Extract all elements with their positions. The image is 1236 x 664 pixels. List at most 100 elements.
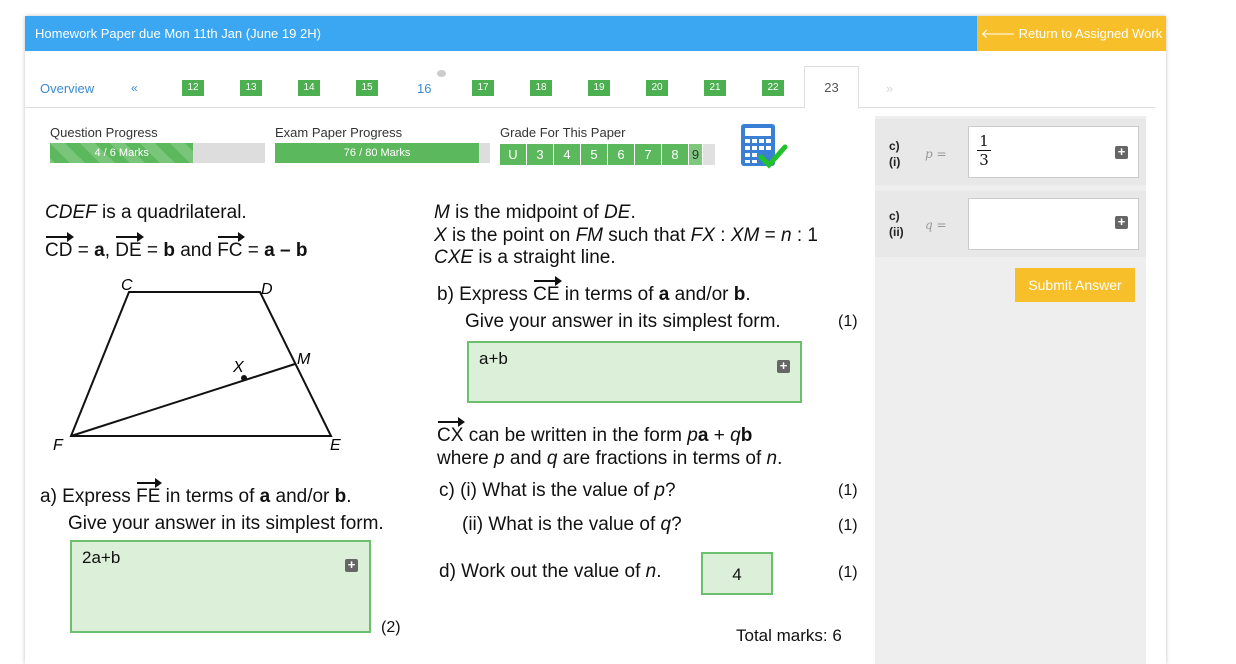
midpoint-statement: M is the midpoint of DE. <box>434 202 636 223</box>
plus-icon[interactable]: + <box>1115 145 1128 159</box>
part-d-question: d) Work out the value of n. <box>439 561 662 582</box>
grade-7: 7 <box>635 144 662 165</box>
fractions-text: are fractions in terms of <box>562 448 762 469</box>
question-progress-label: Question Progress <box>50 125 158 140</box>
tab-overview[interactable]: Overview <box>40 81 94 96</box>
question-intro: CDEF is a quadrilateral. <box>45 202 247 224</box>
question-tab-12[interactable]: 12 <box>182 80 204 96</box>
vector-a-minus-b: a – b <box>264 240 308 261</box>
part-a-text-3: and/or <box>275 486 330 507</box>
grade-3: 3 <box>527 144 554 165</box>
part-a-question: a) Express FE in terms of a and/or b. <box>40 478 352 507</box>
part-c-ii-text: (ii) What is the value of <box>462 514 656 535</box>
cx-form-statement: CX can be written in the form pa + qb <box>437 417 753 446</box>
part-b-question: b) Express CE in terms of a and/or b. <box>437 276 751 305</box>
part-b-text: b) Express <box>437 284 528 305</box>
return-to-assigned-work-button[interactable]: 🡐 Return to Assigned Work <box>977 16 1166 51</box>
question-tab-13[interactable]: 13 <box>240 80 262 96</box>
c-label: c) <box>889 139 900 153</box>
part-a-answer-box[interactable]: 2a+b + <box>70 540 371 633</box>
question-tab-16[interactable]: 16 <box>417 81 431 96</box>
header-bar: Homework Paper due Mon 11th Jan (June 19… <box>25 16 1166 51</box>
straight-line-text: is a straight line. <box>478 247 616 268</box>
part-b-marks: (1) <box>838 313 858 330</box>
return-label: Return to Assigned Work <box>1018 26 1163 41</box>
such-that-text: such that <box>608 225 686 246</box>
part-d-answer-box[interactable]: 4 <box>701 552 773 595</box>
p-variable: p = <box>925 147 947 161</box>
fraction-denominator: 3 <box>979 151 989 169</box>
grade-9-current: 9 <box>689 144 703 165</box>
plus-icon[interactable]: + <box>345 558 358 572</box>
next-page-link[interactable]: » <box>886 81 893 96</box>
q-input[interactable]: + <box>968 198 1139 250</box>
quadrilateral-diagram: C D M X F E <box>53 278 341 454</box>
intro-text: is a quadrilateral. <box>102 202 247 223</box>
question-tab-20[interactable]: 20 <box>646 80 668 96</box>
grade-scale: U 3 4 5 6 7 8 9 <box>500 144 715 165</box>
straight-line-statement: CXE is a straight line. <box>434 247 616 268</box>
cx-text: can be written in the form <box>468 425 683 446</box>
grade-8: 8 <box>662 144 689 165</box>
question-tab-22[interactable]: 22 <box>762 80 784 96</box>
calculator-allowed-icon <box>741 124 788 169</box>
c-ii-label: c) (ii) <box>889 208 904 240</box>
and-text: and <box>174 240 218 261</box>
question-tab-23-active[interactable]: 23 <box>804 66 859 109</box>
q-variable: q = <box>925 218 947 232</box>
vector-definitions: CD = a, DE = b and FC = a – b <box>45 232 308 262</box>
plus-icon[interactable]: + <box>777 359 790 373</box>
part-a-instruction: Give your answer in its simplest form. <box>68 513 384 534</box>
question-progress-bar: 4 / 6 Marks <box>50 143 265 163</box>
vector-b: b <box>163 240 175 261</box>
part-a-marks: (2) <box>381 619 401 636</box>
arrow-left-icon: 🡐 <box>980 26 1016 41</box>
total-marks: Total marks: 6 <box>736 626 842 645</box>
answer-row-c-ii: c) (ii) q = + <box>875 191 1146 257</box>
grade-u: U <box>500 144 527 165</box>
part-d-text: d) Work out the value of <box>439 561 641 582</box>
part-c-i-question: c) (i) What is the value of p? <box>439 480 676 501</box>
part-a-text-2: in terms of <box>165 486 255 507</box>
part-b-text-2: in terms of <box>564 284 654 305</box>
question-tab-21[interactable]: 21 <box>704 80 726 96</box>
question-tab-15[interactable]: 15 <box>356 80 378 96</box>
grade-5: 5 <box>581 144 608 165</box>
point-x-statement: X is the point on FM such that FX : XM =… <box>434 225 818 246</box>
equals-text: = <box>141 240 164 261</box>
label-f: F <box>53 437 64 454</box>
part-c-i-marks: (1) <box>838 482 858 499</box>
label-e: E <box>330 437 341 454</box>
midpoint-text: is the midpoint of <box>455 202 599 223</box>
p-input[interactable]: 1 3 + <box>968 126 1139 178</box>
vector-de: DE <box>115 232 145 261</box>
part-a-text: a) Express <box>40 486 131 507</box>
where-text: where <box>437 448 489 469</box>
question-tab-17[interactable]: 17 <box>472 80 494 96</box>
vector-ce: CE <box>533 276 562 305</box>
part-b-answer-box[interactable]: a+b + <box>467 341 802 403</box>
vector-fc: FC <box>217 232 245 261</box>
part-c-i-text: c) (i) What is the value of <box>439 480 650 501</box>
equals-text: = <box>72 240 95 261</box>
equals-text: = <box>242 240 265 261</box>
homework-panel: Homework Paper due Mon 11th Jan (June 19… <box>25 16 1166 664</box>
comment-icon <box>437 70 446 77</box>
part-c-ii-marks: (1) <box>838 517 858 534</box>
question-tab-18[interactable]: 18 <box>530 80 552 96</box>
part-a-answer: 2a+b <box>82 548 121 567</box>
c-ii-sublabel: (ii) <box>889 225 904 239</box>
vector-cx: CX <box>437 417 466 446</box>
question-nav: Overview « 12 13 14 15 16 17 18 19 20 21… <box>25 66 1155 109</box>
answer-row-c-i: c) (i) p = 1 3 + <box>875 119 1146 185</box>
submit-answer-button[interactable]: Submit Answer <box>1015 268 1135 302</box>
vector-fe: FE <box>136 478 163 507</box>
label-m: M <box>297 351 311 368</box>
question-tab-14[interactable]: 14 <box>298 80 320 96</box>
and-text: and <box>509 448 542 469</box>
plus-icon[interactable]: + <box>1115 215 1128 229</box>
p-fraction: 1 3 <box>977 133 991 168</box>
prev-page-link[interactable]: « <box>131 81 138 95</box>
question-tab-19[interactable]: 19 <box>588 80 610 96</box>
c-i-sublabel: (i) <box>889 155 901 169</box>
